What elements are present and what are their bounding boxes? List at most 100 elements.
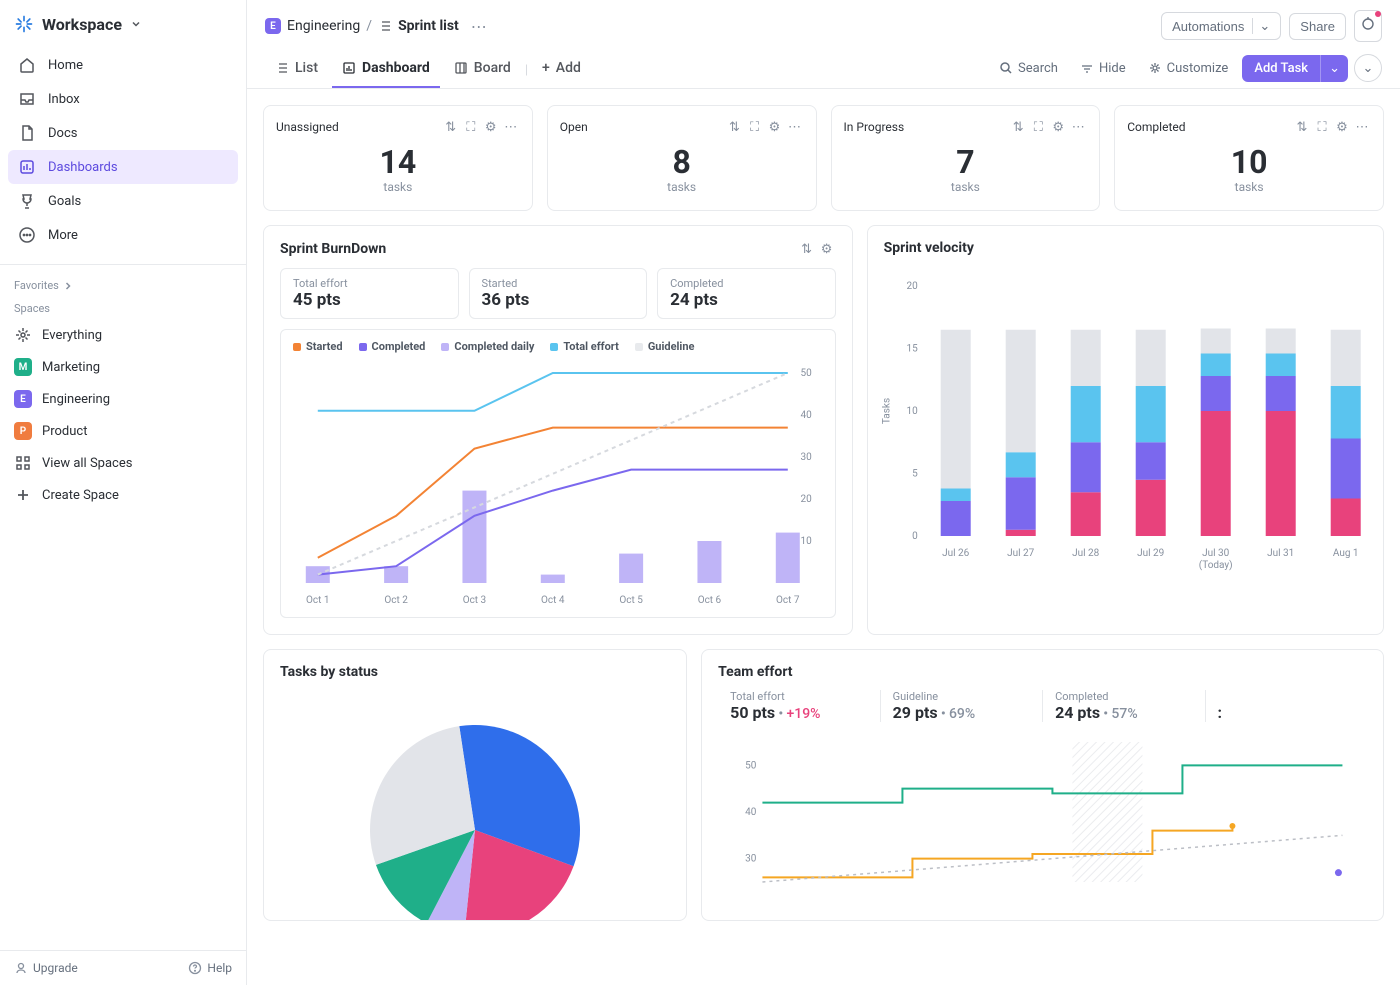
space-chip-icon: E — [265, 18, 281, 34]
upgrade-link[interactable]: Upgrade — [14, 961, 78, 975]
expand-icon[interactable]: ⛶ — [1313, 118, 1331, 136]
chevron-down-icon: ⌄ — [1363, 61, 1374, 76]
gear-icon[interactable]: ⚙ — [482, 118, 500, 136]
filter-icon[interactable]: ⇅ — [1293, 118, 1311, 136]
chevron-down-icon[interactable]: ⌄ — [1320, 55, 1348, 82]
stat-card-unassigned: Unassigned⇅⛶⚙⋯ 14tasks — [263, 105, 533, 211]
space-icon-product: P — [14, 422, 32, 440]
more-icon[interactable]: ⋯ — [502, 118, 520, 136]
gear-icon[interactable]: ⚙ — [1333, 118, 1351, 136]
more-icon[interactable]: ⋯ — [1353, 118, 1371, 136]
nav-docs[interactable]: Docs — [8, 116, 238, 150]
space-icon-engineering: E — [14, 390, 32, 408]
chevron-right-icon — [63, 281, 73, 291]
spaces-header: Spaces — [0, 296, 246, 319]
svg-text:Jul 27: Jul 27 — [1007, 548, 1035, 559]
svg-text:Oct 4: Oct 4 — [541, 595, 565, 606]
tab-dashboard[interactable]: Dashboard — [332, 52, 440, 88]
space-everything[interactable]: Everything — [0, 319, 246, 351]
svg-text:Oct 2: Oct 2 — [384, 595, 408, 606]
more-button[interactable]: ⌄ — [1354, 54, 1382, 82]
svg-text:Oct 6: Oct 6 — [698, 595, 722, 606]
more-icon[interactable]: ⋯ — [1069, 118, 1087, 136]
gear-icon[interactable]: ⚙ — [1049, 118, 1067, 136]
breadcrumb-more-icon[interactable]: ⋯ — [471, 17, 487, 36]
team-stat-total: Total effort50 pts • +19% — [718, 690, 879, 722]
expand-icon[interactable]: ⛶ — [462, 118, 480, 136]
automations-button[interactable]: Automations⌄ — [1161, 12, 1281, 40]
view-all-spaces[interactable]: View all Spaces — [0, 447, 246, 479]
more-icon[interactable]: ⋯ — [786, 118, 804, 136]
nav-inbox[interactable]: Inbox — [8, 82, 238, 116]
nav-goals[interactable]: Goals — [8, 184, 238, 218]
topbar: E Engineering / Sprint list ⋯ Automation… — [247, 0, 1400, 48]
add-task-button[interactable]: Add Task⌄ — [1242, 55, 1348, 82]
main-content: E Engineering / Sprint list ⋯ Automation… — [247, 0, 1400, 985]
create-space[interactable]: Create Space — [0, 479, 246, 511]
svg-text:5: 5 — [912, 469, 918, 480]
svg-text:0: 0 — [912, 531, 918, 542]
person-icon — [14, 961, 28, 975]
space-marketing[interactable]: MMarketing — [0, 351, 246, 383]
svg-text:Oct 1: Oct 1 — [306, 595, 330, 606]
filter-icon[interactable]: ⇅ — [798, 240, 816, 258]
svg-text:30: 30 — [745, 854, 757, 865]
svg-text:Jul 26: Jul 26 — [942, 548, 970, 559]
svg-text:Oct 3: Oct 3 — [463, 595, 487, 606]
svg-text:Jul 31: Jul 31 — [1267, 548, 1294, 559]
nav-home[interactable]: Home — [8, 48, 238, 82]
hide-button[interactable]: Hide — [1072, 55, 1134, 82]
workspace-switcher[interactable]: Workspace — [0, 0, 246, 44]
burn-metric-completed: Completed24 pts — [657, 268, 836, 319]
velocity-card: Sprint velocity 05101520TasksJul 26Jul 2… — [867, 225, 1384, 635]
more-icon — [18, 226, 36, 244]
team-stat-more: : — [1205, 690, 1367, 722]
svg-text:30: 30 — [801, 452, 813, 463]
tab-add[interactable]: +Add — [532, 52, 591, 88]
help-icon — [188, 961, 202, 975]
team-stat-guideline: Guideline29 pts • 69% — [880, 690, 1042, 722]
customize-button[interactable]: Customize — [1140, 55, 1237, 82]
board-icon — [454, 61, 468, 75]
svg-text:Jul 29: Jul 29 — [1137, 548, 1164, 559]
stat-card-completed: Completed⇅⛶⚙⋯ 10tasks — [1114, 105, 1384, 211]
hide-icon — [1080, 61, 1094, 75]
space-product[interactable]: PProduct — [0, 415, 246, 447]
filter-icon[interactable]: ⇅ — [1009, 118, 1027, 136]
gear-icon — [1148, 61, 1162, 75]
everything-icon — [14, 326, 32, 344]
tab-board[interactable]: Board — [444, 52, 521, 88]
velocity-chart: 05101520TasksJul 26Jul 27Jul 28Jul 29Jul… — [868, 266, 1383, 586]
chevron-down-icon: ⌄ — [1252, 18, 1270, 34]
tab-list[interactable]: List — [265, 52, 328, 88]
help-link[interactable]: Help — [188, 961, 232, 975]
burn-metric-started: Started36 pts — [469, 268, 648, 319]
app-logo-icon — [14, 14, 34, 34]
burndown-card: Sprint BurnDown⇅⚙ Total effort45 pts Sta… — [263, 225, 853, 635]
stat-card-in-progress: In Progress⇅⛶⚙⋯ 7tasks — [831, 105, 1101, 211]
svg-text:40: 40 — [801, 410, 813, 421]
filter-icon[interactable]: ⇅ — [726, 118, 744, 136]
plus-icon: + — [542, 60, 550, 76]
stat-card-open: Open⇅⛶⚙⋯ 8tasks — [547, 105, 817, 211]
breadcrumb[interactable]: E Engineering / Sprint list ⋯ — [265, 17, 487, 36]
gear-icon[interactable]: ⚙ — [766, 118, 784, 136]
search-button[interactable]: Search — [991, 55, 1066, 82]
svg-text:(Today): (Today) — [1198, 559, 1232, 571]
home-icon — [18, 56, 36, 74]
bell-icon — [1360, 16, 1376, 32]
nav-more[interactable]: More — [8, 218, 238, 252]
nav-dashboards[interactable]: Dashboards — [8, 150, 238, 184]
grid-icon — [14, 454, 32, 472]
gear-icon[interactable]: ⚙ — [818, 240, 836, 258]
expand-icon[interactable]: ⛶ — [746, 118, 764, 136]
dashboards-icon — [18, 158, 36, 176]
filter-icon[interactable]: ⇅ — [442, 118, 460, 136]
favorites-header[interactable]: Favorites — [0, 273, 246, 296]
expand-icon[interactable]: ⛶ — [1029, 118, 1047, 136]
share-button[interactable]: Share — [1289, 13, 1346, 40]
notifications-button[interactable] — [1354, 10, 1382, 42]
space-engineering[interactable]: EEngineering — [0, 383, 246, 415]
svg-text:40: 40 — [745, 807, 757, 818]
sidebar: Workspace Home Inbox Docs Dashboards Goa… — [0, 0, 247, 985]
